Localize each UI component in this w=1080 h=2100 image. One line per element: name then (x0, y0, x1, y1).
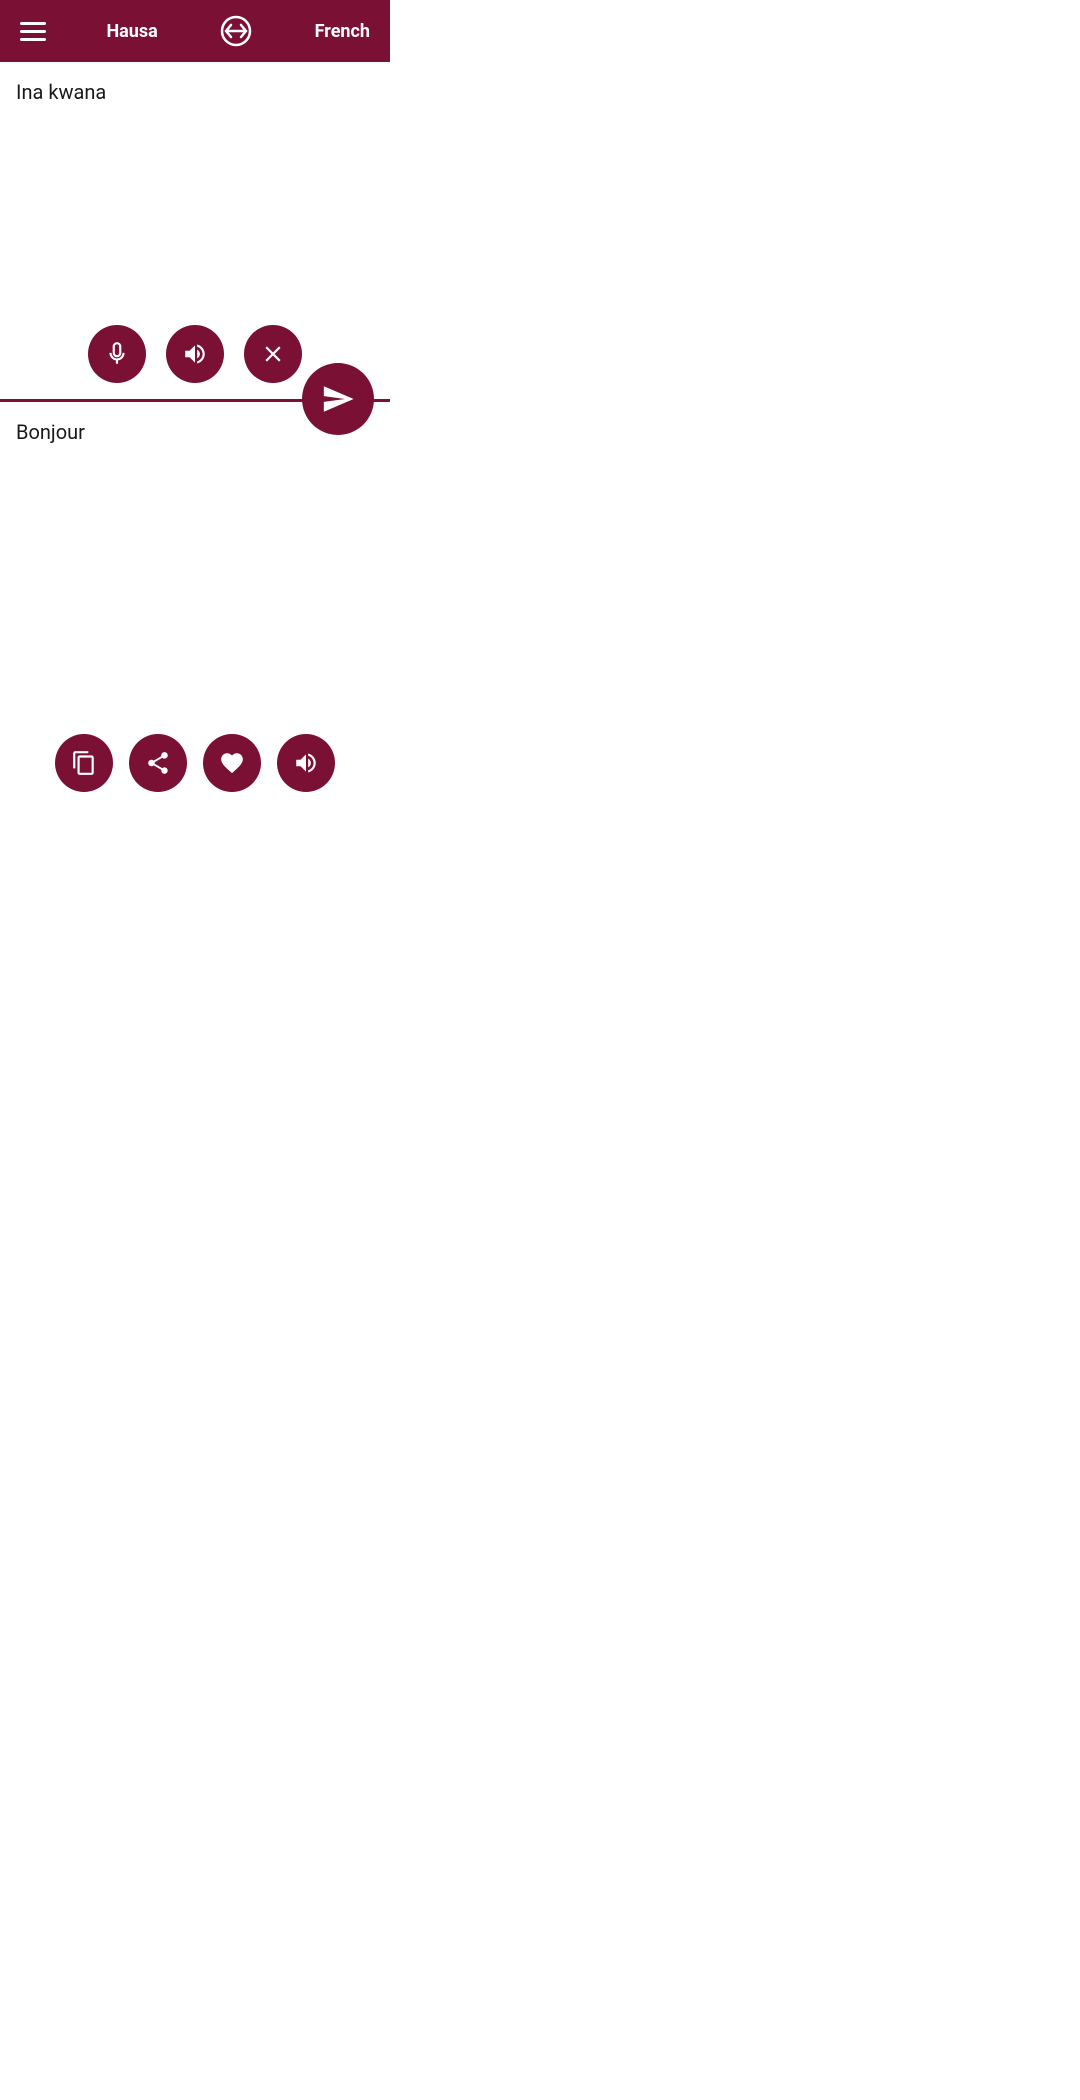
translate-icon (321, 382, 355, 416)
microphone-icon (104, 341, 130, 367)
input-controls (88, 325, 302, 383)
input-text[interactable]: Ina kwana (16, 78, 374, 106)
source-language-label[interactable]: Hausa (106, 21, 157, 42)
microphone-button[interactable] (88, 325, 146, 383)
heart-icon (219, 750, 245, 776)
clear-icon (260, 341, 286, 367)
share-button[interactable] (129, 734, 187, 792)
output-speaker-button[interactable] (277, 734, 335, 792)
favorite-button[interactable] (203, 734, 261, 792)
target-language-label[interactable]: French (315, 21, 370, 42)
input-speaker-icon (182, 341, 208, 367)
output-section: Bonjour (0, 402, 390, 812)
output-controls (55, 734, 335, 792)
menu-button[interactable] (20, 22, 46, 41)
clear-button[interactable] (244, 325, 302, 383)
copy-button[interactable] (55, 734, 113, 792)
app-container: Hausa French Ina kwana (0, 0, 390, 812)
translate-button[interactable] (302, 363, 374, 435)
header: Hausa French (0, 0, 390, 62)
copy-icon (71, 750, 97, 776)
swap-languages-icon[interactable] (218, 13, 254, 49)
input-section: Ina kwana (0, 62, 390, 402)
share-icon (145, 750, 171, 776)
output-speaker-icon (293, 750, 319, 776)
input-speaker-button[interactable] (166, 325, 224, 383)
